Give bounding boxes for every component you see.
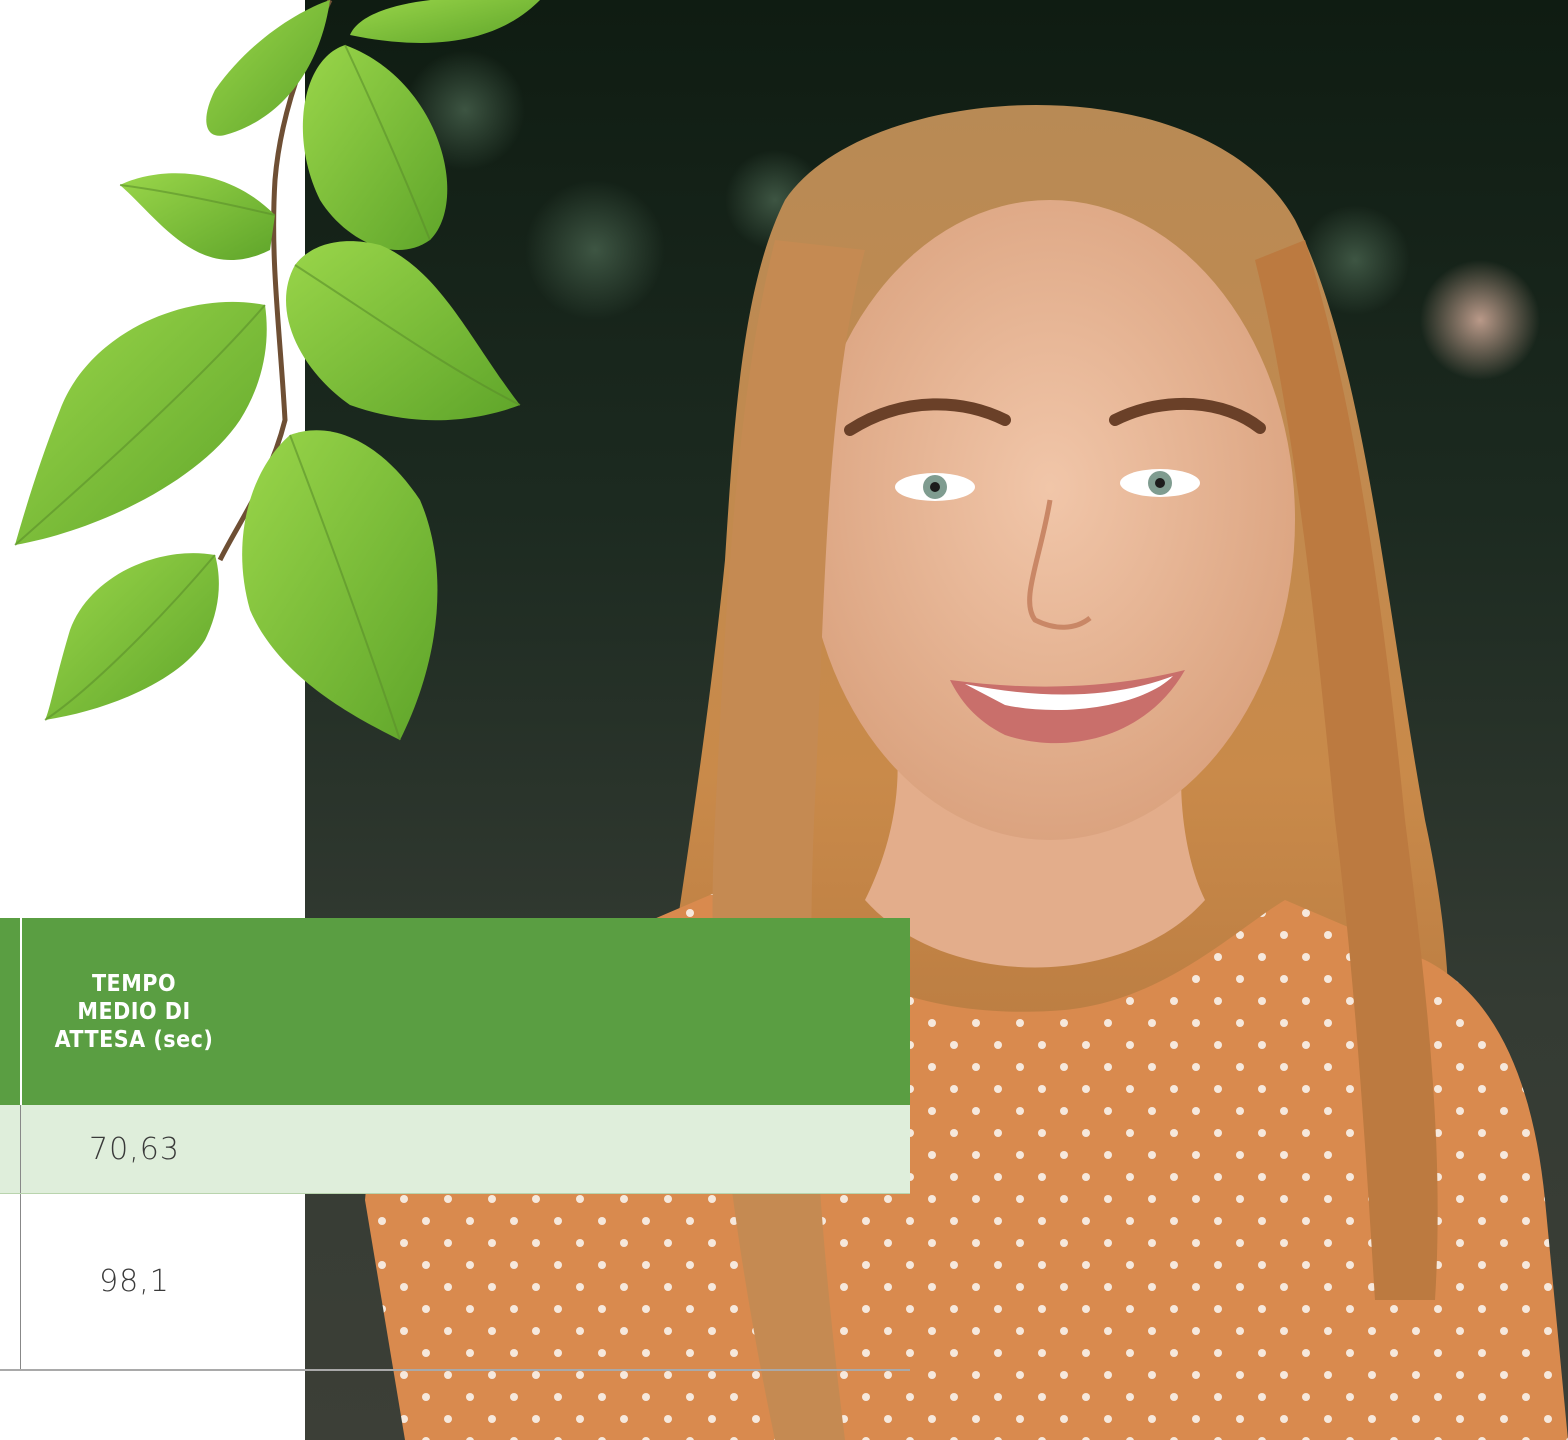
table-row: 98,1 bbox=[0, 1194, 910, 1371]
table-row: 70,63 bbox=[0, 1105, 910, 1194]
header-label-tempo-medio-attesa: TEMPO MEDIO DI ATTESA (sec) bbox=[54, 970, 214, 1053]
column-divider bbox=[20, 1194, 21, 1369]
column-divider bbox=[20, 1105, 21, 1193]
wait-time-table: TEMPO MEDIO DI ATTESA (sec) 70,63 98,1 bbox=[0, 918, 910, 1371]
header-cell-tempo-medio-attesa: TEMPO MEDIO DI ATTESA (sec) bbox=[22, 918, 910, 1105]
cell-tempo-medio-attesa: 98,1 bbox=[99, 1264, 170, 1299]
page: TEMPO MEDIO DI ATTESA (sec) 70,63 98,1 bbox=[0, 0, 1568, 1440]
table-header-row: TEMPO MEDIO DI ATTESA (sec) bbox=[0, 918, 910, 1105]
cell-tempo-medio-attesa: 70,63 bbox=[89, 1131, 180, 1167]
